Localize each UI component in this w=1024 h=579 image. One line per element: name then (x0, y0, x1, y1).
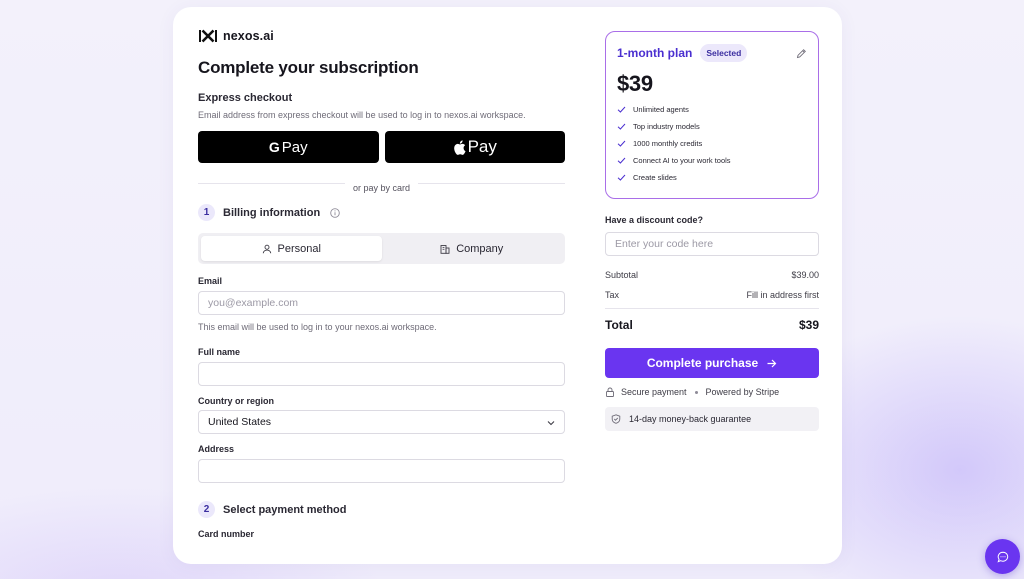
total-label: Total (605, 318, 633, 332)
plan-header: 1-month plan Selected (617, 44, 807, 62)
checkout-form: nexos.ai Complete your subscription Expr… (198, 29, 565, 539)
full-name-field[interactable] (198, 362, 565, 386)
plan-card: 1-month plan Selected $39 Unlimited agen… (605, 31, 819, 199)
plan-name: 1-month plan (617, 46, 693, 60)
feature-item: Unlimited agents (617, 101, 807, 118)
express-buttons: G Pay Pay (198, 131, 565, 163)
subtotal-label: Subtotal (605, 270, 639, 280)
apple-pay-label: Pay (467, 137, 497, 156)
country-group: Country or region United States (198, 396, 565, 434)
divider-text: or pay by card (344, 183, 419, 193)
money-back-guarantee: 14-day money-back guarantee (605, 407, 819, 431)
apple-icon (453, 139, 466, 155)
check-icon (617, 106, 626, 113)
info-icon[interactable] (330, 207, 340, 218)
full-name-label: Full name (198, 347, 241, 357)
country-label: Country or region (198, 396, 274, 406)
user-icon (262, 244, 271, 253)
email-label: Email (198, 276, 223, 286)
tax-label: Tax (605, 290, 620, 300)
guarantee-text: 14-day money-back guarantee (629, 414, 752, 424)
building-icon (440, 244, 450, 254)
discount-code-input[interactable] (605, 232, 819, 256)
subtotal-row: Subtotal $39.00 (605, 270, 819, 280)
complete-purchase-button[interactable]: Complete purchase (605, 348, 819, 378)
brand-name: nexos.ai (223, 29, 274, 43)
billing-section: 1 Billing information Personal Company E… (198, 204, 565, 483)
summary-divider (605, 308, 819, 309)
chevron-down-icon (547, 421, 555, 426)
plan-price: $39 (617, 71, 653, 96)
pencil-icon[interactable] (796, 48, 807, 59)
subtotal-value: $39.00 (791, 270, 819, 280)
feature-label: 1000 monthly credits (633, 139, 703, 148)
nexos-logo-icon (199, 29, 217, 43)
tab-personal[interactable]: Personal (201, 236, 382, 261)
card-number-label: Card number (198, 529, 255, 539)
powered-by-text: Powered by Stripe (705, 387, 780, 397)
tax-row: Tax Fill in address first (605, 290, 819, 300)
page-title: Complete your subscription (198, 58, 419, 77)
check-icon (617, 123, 626, 130)
address-group: Address (198, 444, 565, 483)
tax-value: Fill in address first (746, 290, 819, 300)
step-number-2: 2 (198, 501, 215, 518)
country-select[interactable]: United States (198, 410, 565, 434)
payment-header: 2 Select payment method (198, 501, 565, 518)
feature-item: Top industry models (617, 118, 807, 135)
total-row: Total $39 (605, 318, 819, 332)
feature-label: Top industry models (633, 122, 700, 131)
email-field[interactable] (198, 291, 565, 315)
check-icon (617, 140, 626, 147)
email-hint: This email will be used to log in to you… (198, 322, 437, 332)
google-g-icon: G (268, 139, 280, 155)
payment-section: 2 Select payment method Card number (198, 501, 565, 539)
tab-personal-label: Personal (277, 242, 321, 255)
arrow-right-icon (767, 359, 777, 367)
shield-check-icon (611, 414, 621, 424)
step-number-1: 1 (198, 204, 215, 221)
full-name-group: Full name (198, 347, 565, 386)
pay-divider: or pay by card (198, 178, 565, 193)
feature-label: Unlimited agents (633, 105, 689, 114)
feature-item: Create slides (617, 169, 807, 186)
order-summary: 1-month plan Selected $39 Unlimited agen… (605, 31, 819, 431)
express-title: Express checkout (198, 92, 293, 104)
feature-item: 1000 monthly credits (617, 135, 807, 152)
selected-badge: Selected (700, 44, 748, 62)
plan-features: Unlimited agents Top industry models 100… (617, 101, 807, 186)
discount-label: Have a discount code? (605, 215, 704, 225)
billing-title: Billing information (223, 206, 321, 219)
complete-purchase-label: Complete purchase (646, 356, 759, 370)
secure-payment-text: Secure payment (621, 387, 687, 397)
separator-dot (694, 390, 698, 394)
feature-label: Connect AI to your work tools (633, 156, 731, 165)
checkout-card: nexos.ai Complete your subscription Expr… (173, 7, 842, 564)
customer-type-toggle: Personal Company (198, 233, 565, 264)
payment-title: Select payment method (223, 503, 347, 516)
brand: nexos.ai (198, 29, 565, 43)
email-group: Email This email will be used to log in … (198, 276, 565, 332)
express-note: Email address from express checkout will… (198, 110, 526, 120)
billing-header: 1 Billing information (198, 204, 565, 221)
address-field[interactable] (198, 459, 565, 483)
feature-label: Create slides (633, 173, 677, 182)
total-value: $39 (798, 318, 819, 332)
tab-company-label: Company (456, 242, 504, 255)
chat-icon (996, 551, 1008, 562)
chat-support-button[interactable] (985, 539, 1020, 574)
google-pay-button[interactable]: G Pay (198, 131, 379, 163)
google-pay-label: Pay (281, 138, 308, 156)
feature-item: Connect AI to your work tools (617, 152, 807, 169)
tab-company[interactable]: Company (382, 236, 563, 261)
check-icon (617, 174, 626, 181)
express-checkout: Express checkout Email address from expr… (198, 92, 565, 193)
country-value: United States (208, 416, 272, 428)
check-icon (617, 157, 626, 164)
apple-pay-button[interactable]: Pay (384, 131, 565, 163)
secure-payment-row: Secure payment Powered by Stripe (605, 387, 819, 397)
lock-icon (606, 387, 614, 397)
address-label: Address (198, 444, 235, 454)
